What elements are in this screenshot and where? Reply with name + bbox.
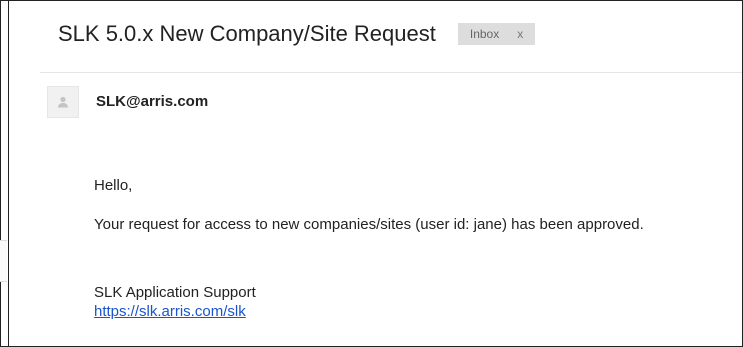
pane-divider <box>8 0 9 347</box>
sender-avatar[interactable] <box>47 86 79 118</box>
inbox-label[interactable]: Inbox x <box>457 23 536 45</box>
signature-name: SLK Application Support <box>94 284 256 301</box>
side-panel-handle[interactable] <box>0 240 7 282</box>
email-signature: SLK Application Support https://slk.arri… <box>94 283 256 321</box>
subject-row: SLK 5.0.x New Company/Site Request Inbox… <box>58 20 536 48</box>
email-greeting: Hello, <box>94 177 133 194</box>
person-icon <box>57 96 69 108</box>
email-subject: SLK 5.0.x New Company/Site Request <box>58 21 436 46</box>
header-divider <box>40 72 742 73</box>
inbox-label-text: Inbox <box>469 27 500 41</box>
support-link[interactable]: https://slk.arris.com/slk <box>94 302 256 321</box>
remove-label-button[interactable]: x <box>517 23 523 45</box>
sender-address[interactable]: SLK@arris.com <box>96 93 208 110</box>
email-body-paragraph: Your request for access to new companies… <box>94 216 644 233</box>
